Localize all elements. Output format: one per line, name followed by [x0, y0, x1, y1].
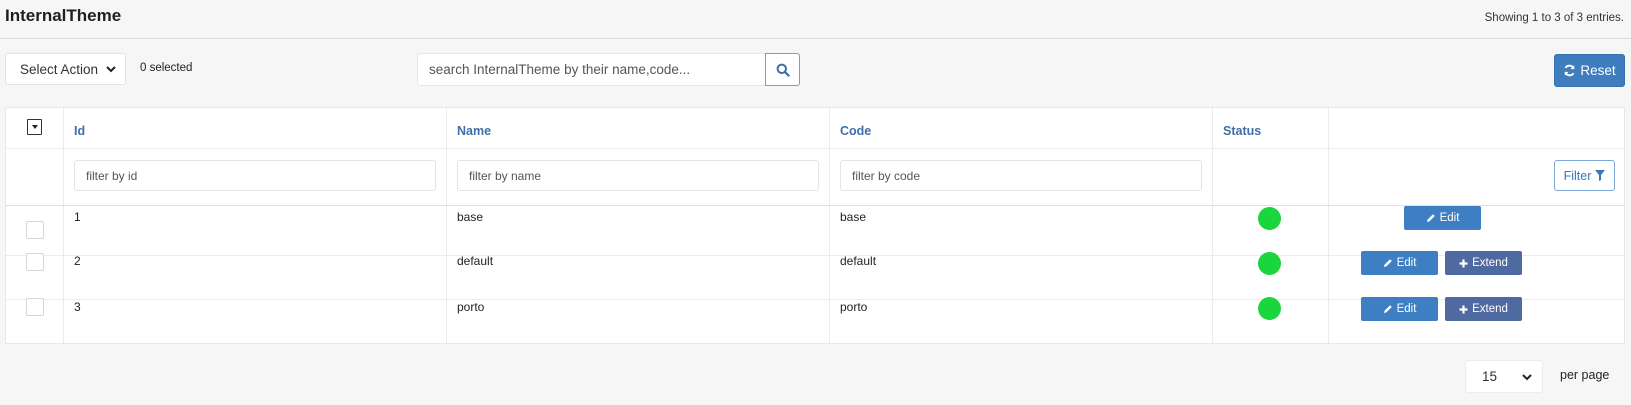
pencil-icon [1383, 259, 1392, 267]
edit-button[interactable]: Edit [1361, 251, 1438, 275]
column-header-id[interactable]: Id [74, 124, 85, 138]
page-title: InternalTheme [5, 6, 122, 25]
plus-icon [1459, 259, 1468, 267]
selected-count: 0 selected [140, 62, 193, 74]
cell-name: default [457, 254, 494, 268]
cell-name: base [457, 210, 484, 224]
status-indicator [1258, 297, 1281, 320]
per-page-select[interactable]: 15 [1465, 360, 1543, 393]
row-divider [6, 148, 1624, 149]
row-divider [6, 205, 1624, 206]
per-page-value: 15 [1482, 369, 1498, 384]
filter-id-input[interactable]: filter by id [74, 160, 436, 191]
edit-label: Edit [1396, 257, 1417, 269]
bulk-action-select-value: Select Action [20, 61, 99, 77]
cell-id: 2 [74, 254, 81, 268]
refresh-icon [1564, 64, 1575, 77]
per-page-label: per page [1560, 368, 1610, 382]
column-divider [1212, 108, 1213, 343]
cell-code: porto [840, 300, 868, 314]
edit-button[interactable]: Edit [1361, 297, 1438, 321]
filter-label: Filter [1563, 168, 1592, 183]
reset-label: Reset [1580, 63, 1616, 78]
cell-code: default [840, 254, 877, 268]
column-header-status[interactable]: Status [1223, 124, 1261, 138]
cell-id: 1 [74, 210, 81, 224]
extend-label: Extend [1472, 257, 1508, 269]
entries-info: Showing 1 to 3 of 3 entries. [1484, 12, 1624, 24]
extend-label: Extend [1472, 303, 1508, 315]
cell-name: porto [457, 300, 485, 314]
extend-button[interactable]: Extend [1445, 297, 1522, 321]
funnel-icon [1595, 170, 1606, 181]
filter-button[interactable]: Filter [1554, 160, 1615, 191]
chevron-down-icon [1522, 374, 1532, 381]
column-header-code[interactable]: Code [840, 124, 871, 138]
filter-name-input[interactable]: filter by name [457, 160, 819, 191]
edit-label: Edit [1439, 212, 1460, 224]
status-indicator [1258, 252, 1281, 275]
search-input[interactable]: search InternalTheme by their name,code.… [417, 53, 766, 86]
filter-code-input[interactable]: filter by code [840, 160, 1202, 191]
column-divider [446, 108, 447, 343]
row-checkbox[interactable] [26, 298, 44, 316]
cell-code: base [840, 210, 867, 224]
edit-label: Edit [1396, 303, 1417, 315]
status-indicator [1258, 207, 1281, 230]
extend-button[interactable]: Extend [1445, 251, 1522, 275]
edit-button[interactable]: Edit [1404, 206, 1481, 230]
data-table: Id Name Code Status filter by id filter … [5, 107, 1625, 344]
plus-icon [1459, 305, 1468, 313]
column-divider [1328, 108, 1329, 343]
reset-button[interactable]: Reset [1554, 54, 1625, 87]
column-divider [829, 108, 830, 343]
row-checkbox[interactable] [26, 221, 44, 239]
pencil-icon [1383, 305, 1392, 313]
chevron-down-icon [106, 66, 116, 73]
search-button[interactable] [765, 53, 800, 86]
search-icon [776, 63, 790, 77]
title-divider [0, 38, 1631, 39]
bulk-action-select[interactable]: Select Action [5, 53, 126, 85]
pencil-icon [1426, 214, 1435, 222]
column-header-name[interactable]: Name [457, 124, 491, 138]
select-all-checkbox[interactable] [27, 119, 42, 135]
row-checkbox[interactable] [26, 253, 44, 271]
cell-id: 3 [74, 300, 81, 314]
column-divider [63, 108, 64, 343]
